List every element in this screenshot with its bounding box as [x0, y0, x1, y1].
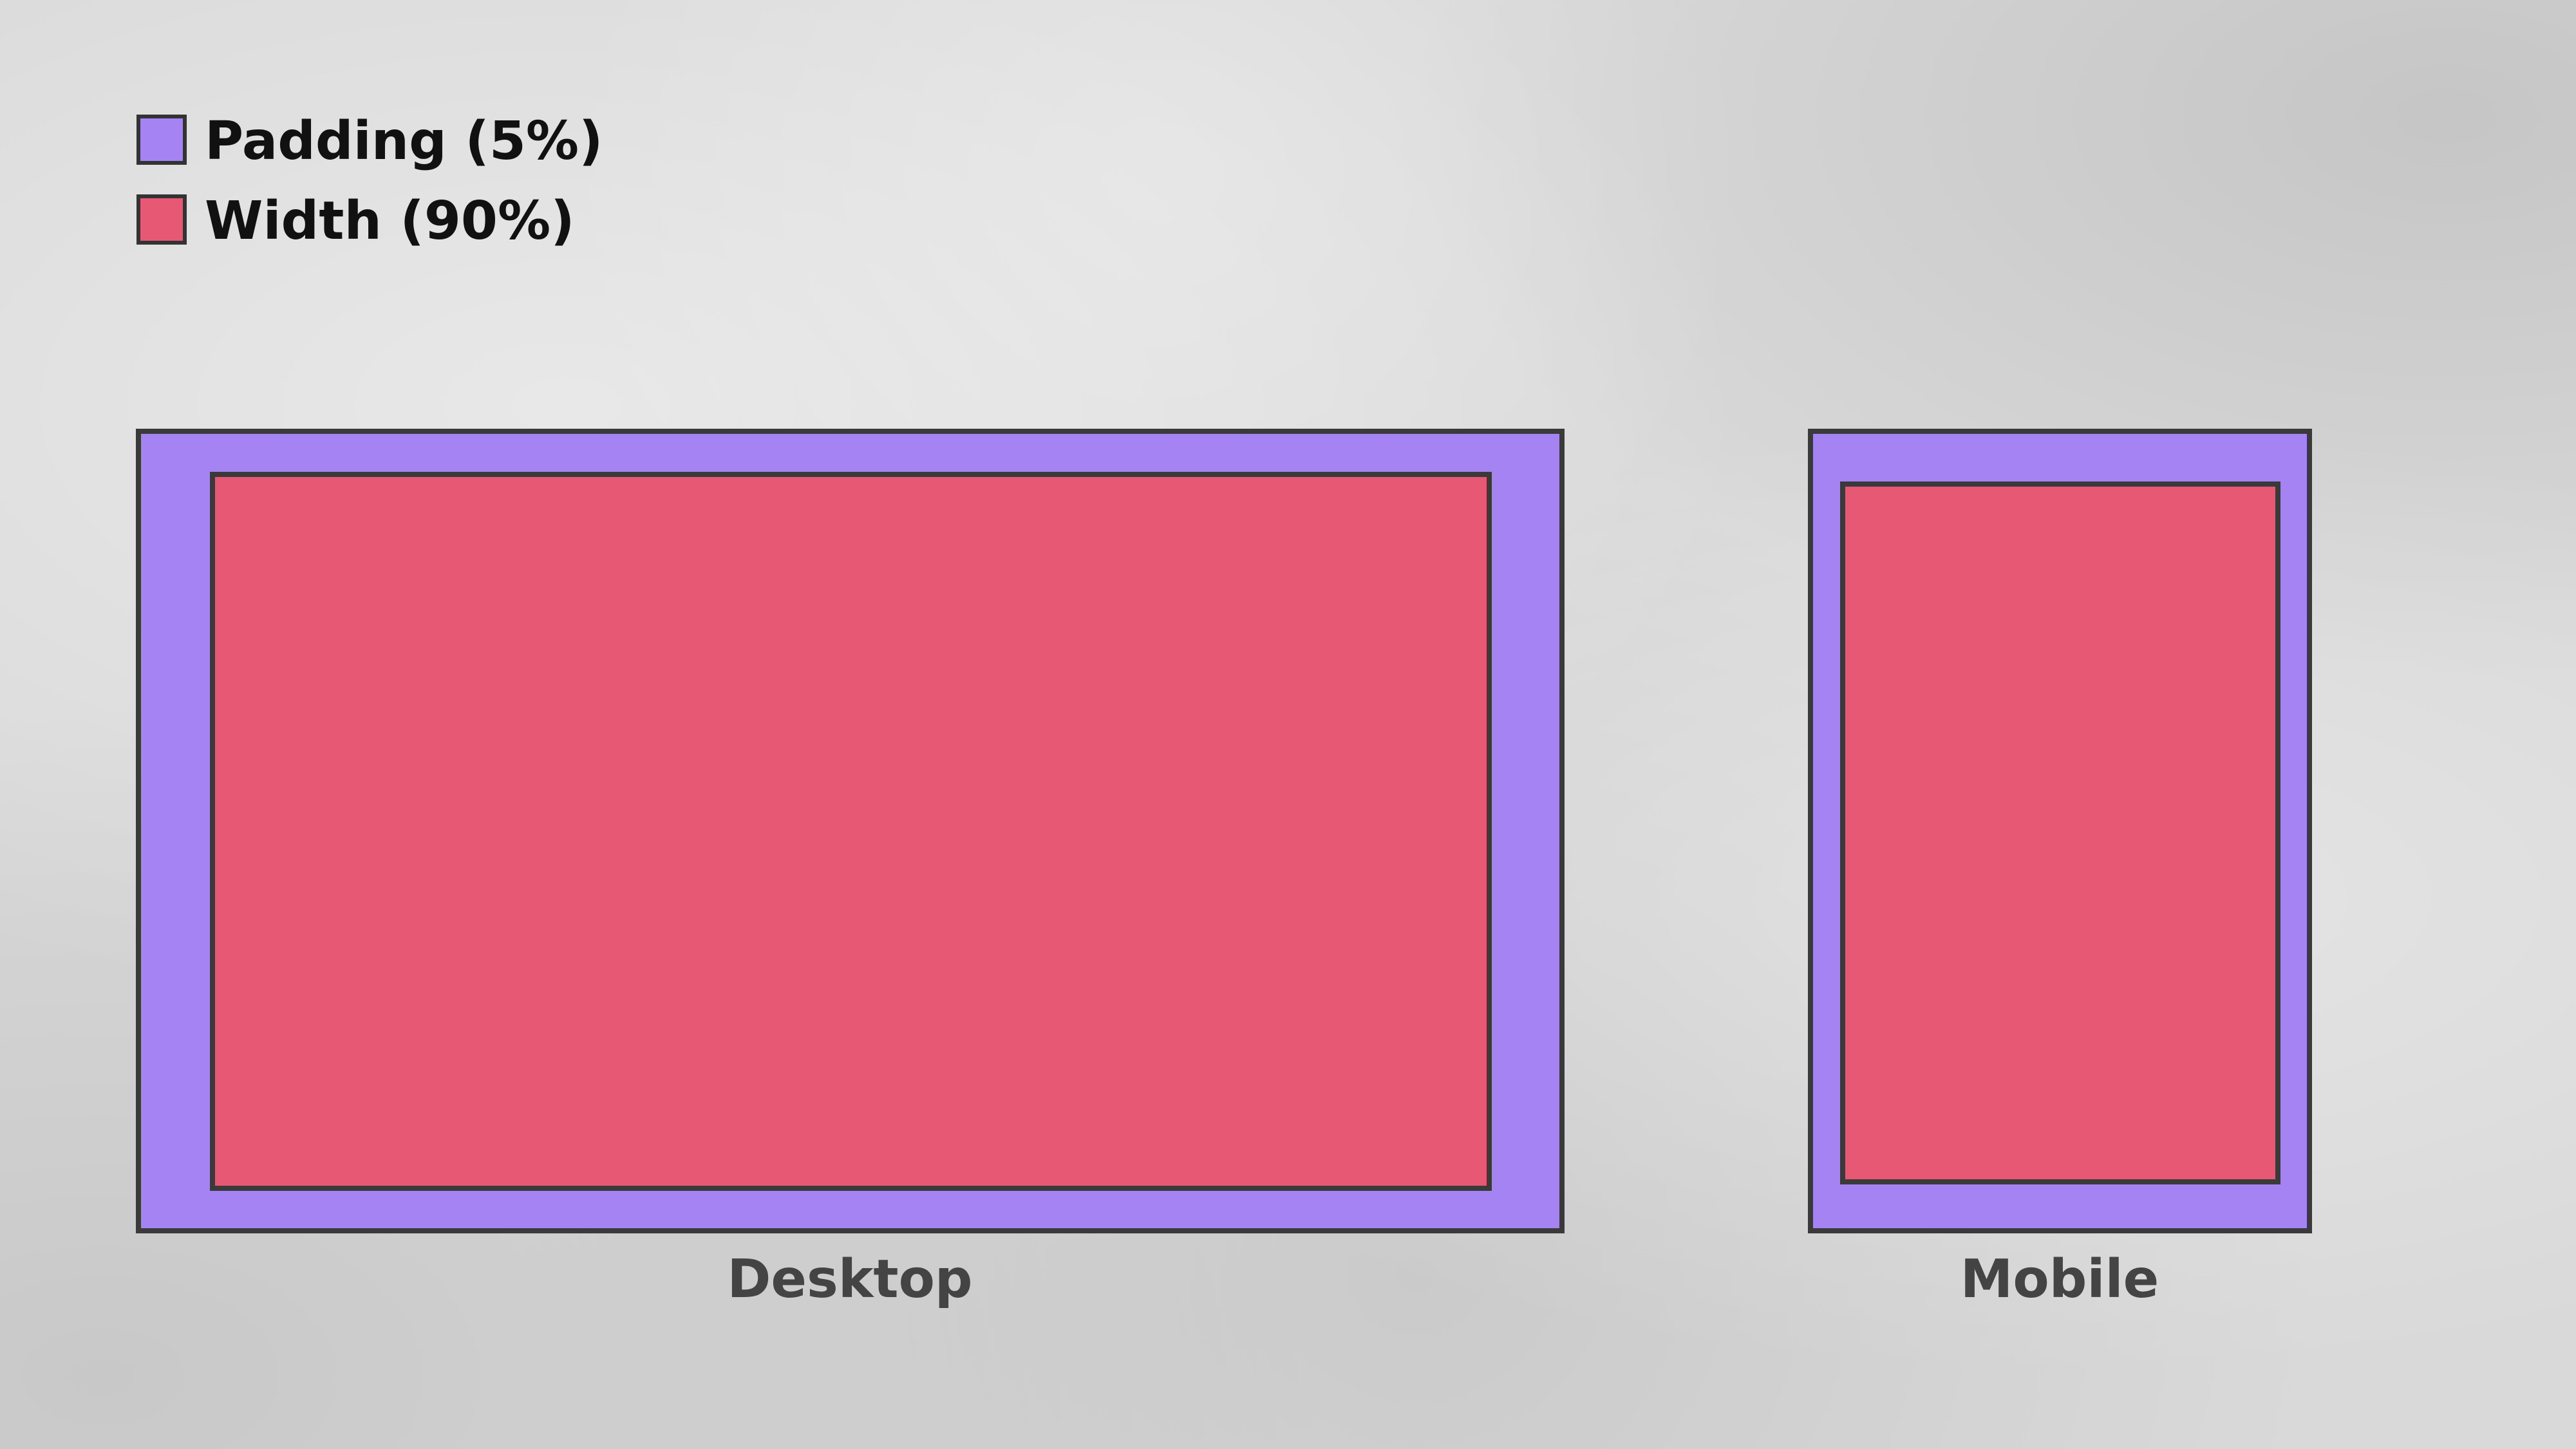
- width-swatch: [136, 194, 187, 245]
- padding-legend-label: Padding (5%): [205, 111, 603, 172]
- padding-swatch: [136, 115, 187, 165]
- desktop-frame: [136, 429, 1565, 1233]
- mobile-label: Mobile: [1960, 1249, 2159, 1310]
- desktop-label: Desktop: [727, 1249, 973, 1310]
- mobile-content-area: [1840, 481, 2280, 1184]
- mobile-frame: [1808, 429, 2312, 1233]
- desktop-content-area: [210, 472, 1492, 1191]
- width-legend-label: Width (90%): [205, 191, 575, 252]
